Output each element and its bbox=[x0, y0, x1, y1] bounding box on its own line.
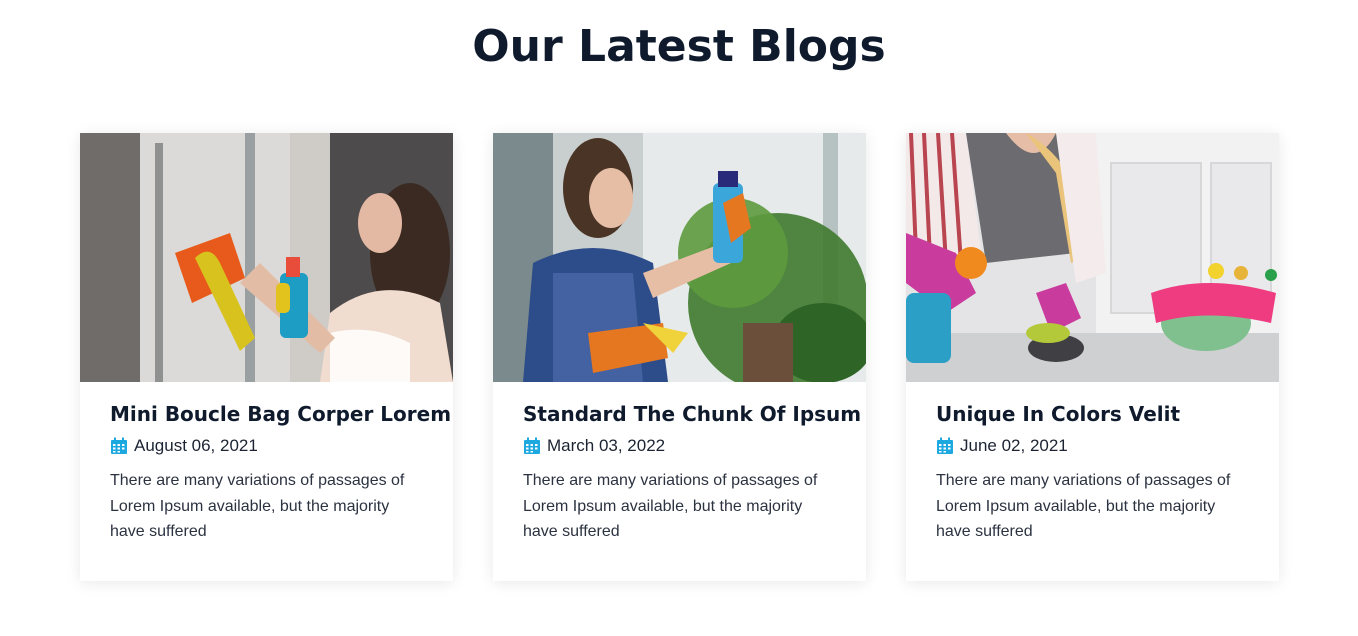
blog-card[interactable]: Mini Boucle Bag Corper Lorem August 06, … bbox=[80, 133, 453, 581]
blog-card-excerpt: There are many variations of passages of… bbox=[523, 472, 818, 540]
blog-card-title[interactable]: Mini Boucle Bag Corper Lorem bbox=[110, 400, 451, 428]
blog-card-body: Standard The Chunk Of Ipsum March 03, 20… bbox=[493, 382, 866, 545]
blog-card[interactable]: Unique In Colors Velit June 02, 2021 The… bbox=[906, 133, 1279, 581]
blog-card-date-text: March 03, 2022 bbox=[547, 436, 666, 455]
blog-card-excerpt: There are many variations of passages of… bbox=[936, 472, 1231, 540]
woman-spraying-plants-photo bbox=[493, 133, 866, 382]
blog-card-title[interactable]: Standard The Chunk Of Ipsum bbox=[523, 400, 861, 428]
calendar-icon bbox=[110, 437, 128, 455]
blog-card-image[interactable] bbox=[80, 133, 453, 382]
blog-card-date: June 02, 2021 bbox=[936, 434, 1249, 458]
calendar-icon bbox=[936, 437, 954, 455]
blog-card-body: Mini Boucle Bag Corper Lorem August 06, … bbox=[80, 382, 453, 545]
blog-card-body: Unique In Colors Velit June 02, 2021 The… bbox=[906, 382, 1279, 545]
blog-card-date: August 06, 2021 bbox=[110, 434, 423, 458]
blog-card[interactable]: Standard The Chunk Of Ipsum March 03, 20… bbox=[493, 133, 866, 581]
blog-card-date: March 03, 2022 bbox=[523, 434, 836, 458]
blog-section: Our Latest Blogs Mini Boucle Bag Corper … bbox=[0, 0, 1358, 636]
blog-card-image[interactable] bbox=[493, 133, 866, 382]
blog-card-date-text: June 02, 2021 bbox=[960, 436, 1068, 455]
blog-card-date-text: August 06, 2021 bbox=[134, 436, 258, 455]
woman-scrubbing-floor-photo bbox=[906, 133, 1279, 382]
blog-card-image[interactable] bbox=[906, 133, 1279, 382]
blog-card-title[interactable]: Unique In Colors Velit bbox=[936, 400, 1249, 428]
woman-cleaning-window-photo bbox=[80, 133, 453, 382]
calendar-icon bbox=[523, 437, 541, 455]
blog-card-excerpt: There are many variations of passages of… bbox=[110, 472, 405, 540]
section-title: Our Latest Blogs bbox=[472, 21, 886, 72]
